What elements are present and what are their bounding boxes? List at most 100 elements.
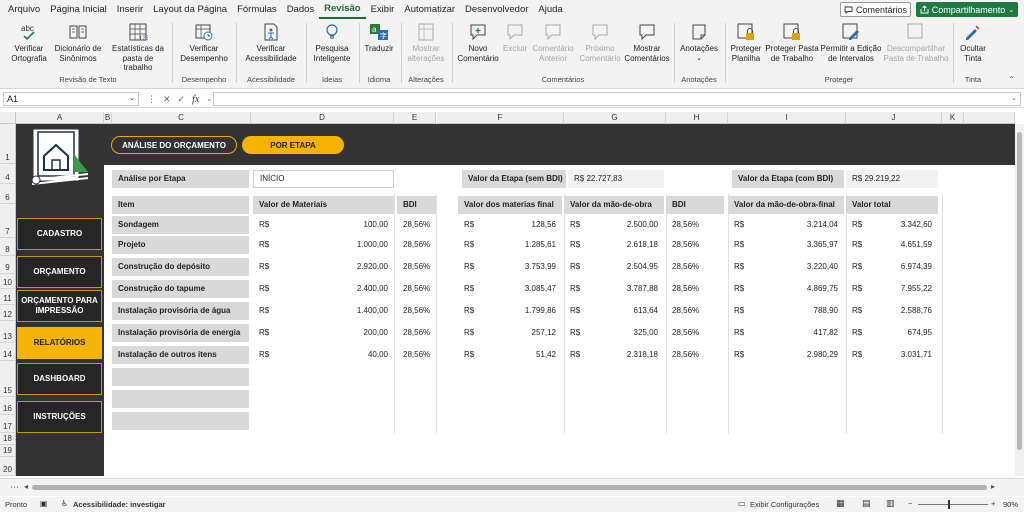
row-header[interactable]: 16 — [0, 397, 16, 415]
vertical-scroll-thumb[interactable] — [1017, 132, 1022, 450]
column-header[interactable]: I — [728, 112, 846, 124]
accessibility-status[interactable]: Acessibilidade: investigar — [73, 500, 166, 509]
row-header[interactable]: 10 — [0, 274, 16, 289]
show-changes-button[interactable]: Mostrar alterações — [404, 22, 448, 63]
column-header[interactable]: C — [112, 112, 251, 124]
tab-1[interactable]: Página Inicial — [45, 0, 112, 19]
check-performance-button[interactable]: Verificar Desempenho — [176, 22, 232, 63]
row-header[interactable]: 8 — [0, 238, 16, 256]
row-header[interactable]: 18 — [0, 433, 16, 445]
zoom-in-icon[interactable]: + — [991, 499, 995, 508]
nav-button-4[interactable]: DASHBOARD — [17, 363, 102, 395]
horizontal-scroll-thumb[interactable] — [32, 485, 987, 490]
page-layout-view-icon[interactable]: ▤ — [862, 498, 871, 509]
row-header[interactable]: 1 — [0, 124, 16, 164]
display-settings-button[interactable]: Exibir Configurações — [750, 500, 819, 509]
show-comments-button[interactable]: Mostrar Comentários — [624, 22, 670, 63]
row-header[interactable]: 17 — [0, 415, 16, 433]
row-header[interactable]: 15 — [0, 361, 16, 397]
new-comment-button[interactable]: Novo Comentário — [456, 22, 500, 63]
normal-view-icon[interactable]: ▦ — [836, 498, 845, 509]
nav-button-2[interactable]: ORÇAMENTO PARA IMPRESSÃO — [17, 290, 102, 322]
budget-analysis-pill[interactable]: ANÁLISE DO ORÇAMENTO — [111, 136, 237, 154]
scroll-left-icon[interactable]: ◂ — [24, 482, 28, 491]
nav-button-3[interactable]: RELATÓRIOS — [17, 327, 102, 359]
column-header[interactable]: G — [564, 112, 666, 124]
by-stage-pill[interactable]: POR ETAPA — [242, 136, 344, 154]
tab-10[interactable]: Ajuda — [533, 0, 567, 19]
enter-icon[interactable]: ✓ — [178, 94, 186, 105]
allow-edit-ranges-button[interactable]: Permitir a Edição de Intervalos — [820, 22, 882, 63]
tab-9[interactable]: Desenvolvedor — [460, 0, 533, 19]
zoom-slider-thumb[interactable] — [948, 500, 950, 509]
tab-3[interactable]: Layout da Página — [148, 0, 232, 19]
macro-record-icon[interactable]: ▣ — [40, 499, 48, 508]
column-header[interactable]: B — [104, 112, 112, 124]
column-header[interactable]: F — [437, 112, 564, 124]
check-accessibility-button[interactable]: Verificar Acessibilidade — [240, 22, 302, 63]
workbook-stats-button[interactable]: 123 Estatísticas da pasta de trabalho — [108, 22, 168, 73]
table-cell-currency: R$ 3.031,71 — [846, 346, 938, 364]
select-all-corner[interactable] — [0, 112, 16, 124]
translate-button[interactable]: a字 Traduzir — [362, 22, 396, 54]
delete-comment-button[interactable]: Excluir — [500, 22, 530, 54]
tab-5[interactable]: Dados — [282, 0, 319, 19]
row-header[interactable]: 11 — [0, 289, 16, 305]
column-header[interactable]: K — [942, 112, 964, 124]
tab-0[interactable]: Arquivo — [3, 0, 45, 19]
next-comment-button[interactable]: Próximo Comentário — [578, 22, 622, 63]
notes-button[interactable]: Anotações ⌄ — [677, 22, 721, 63]
nav-button-5[interactable]: INSTRUÇÕES — [17, 401, 102, 433]
currency-symbol: R$ — [464, 262, 475, 271]
protect-sheet-button[interactable]: Proteger Planilha — [728, 22, 764, 63]
previous-comment-button[interactable]: Comentário Anterior — [530, 22, 576, 63]
vertical-scrollbar[interactable] — [1015, 124, 1024, 476]
tab-2[interactable]: Inserir — [112, 0, 148, 19]
row-header[interactable]: 9 — [0, 256, 16, 274]
more-icon[interactable]: ⋯ — [10, 482, 19, 493]
hide-ink-button[interactable]: Ocultar Tinta — [956, 22, 990, 63]
cancel-icon[interactable]: ✕ — [163, 94, 171, 105]
zoom-out-icon[interactable]: − — [908, 499, 912, 508]
row-header[interactable]: 19 — [0, 445, 16, 457]
column-header[interactable]: E — [394, 112, 436, 124]
tab-8[interactable]: Automatizar — [399, 0, 460, 19]
scroll-right-icon[interactable]: ▸ — [991, 482, 995, 491]
currency-symbol: R$ — [570, 240, 581, 249]
protect-workbook-button[interactable]: Proteger Pasta de Trabalho — [764, 22, 820, 63]
row-header[interactable]: 14 — [0, 343, 16, 361]
spelling-button[interactable]: abc Verificar Ortografia — [8, 22, 50, 63]
row-header[interactable]: 20 — [0, 457, 16, 476]
unshare-workbook-button[interactable]: Descompartilhar Pasta de Trabalho — [882, 22, 950, 63]
expand-formula-icon[interactable]: ⌄ — [1011, 94, 1017, 102]
insert-function-button[interactable]: fx — [192, 94, 199, 105]
formula-input[interactable] — [213, 92, 1021, 106]
column-header[interactable]: A — [16, 112, 104, 124]
zoom-slider[interactable] — [918, 504, 988, 505]
collapse-ribbon-icon[interactable]: ⌃ — [1008, 75, 1015, 84]
row-header[interactable]: 6 — [0, 184, 16, 204]
stage-select[interactable]: INÍCIO — [253, 170, 394, 188]
smart-lookup-button[interactable]: Pesquisa Inteligente — [310, 22, 354, 63]
share-button[interactable]: Compartilhamento ⌄ — [916, 2, 1018, 17]
column-header[interactable]: J — [846, 112, 942, 124]
nav-button-0[interactable]: CADASTRO — [17, 218, 102, 250]
page-break-view-icon[interactable]: ▥ — [886, 498, 895, 509]
currency-symbol: R$ — [464, 284, 475, 293]
row-header[interactable]: 13 — [0, 321, 16, 343]
zoom-level[interactable]: 90% — [1003, 500, 1018, 509]
column-header[interactable]: H — [666, 112, 728, 124]
nav-button-1[interactable]: ORÇAMENTO — [17, 256, 102, 288]
tab-6[interactable]: Revisão — [319, 1, 366, 19]
tab-4[interactable]: Fórmulas — [232, 0, 282, 19]
row-header[interactable]: 12 — [0, 305, 16, 321]
column-header[interactable]: D — [251, 112, 394, 124]
comments-button[interactable]: Comentários — [840, 2, 911, 17]
name-box[interactable]: A1 ⌄ — [3, 92, 139, 106]
column-header[interactable] — [964, 112, 1015, 124]
header-band — [104, 124, 1015, 165]
tab-7[interactable]: Exibir — [366, 0, 400, 19]
thesaurus-button[interactable]: Dicionário de Sinônimos — [52, 22, 104, 63]
row-header[interactable]: 4 — [0, 164, 16, 184]
row-header[interactable]: 7 — [0, 204, 16, 238]
